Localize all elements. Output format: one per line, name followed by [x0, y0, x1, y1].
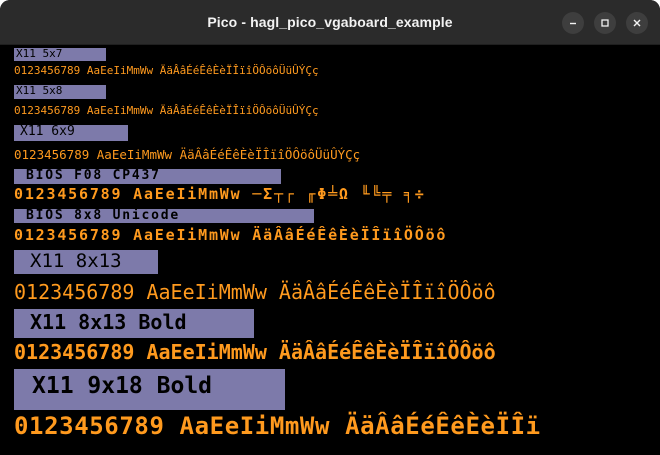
font-label-bios-f08-cp437: BIOS F08 CP437 — [14, 169, 281, 184]
font-sample-x11-9x18-bold: 0123456789 AaEeIiMmWw ÄäÂâÉéÊêÈèÏÎï — [14, 412, 541, 440]
close-button[interactable] — [626, 12, 648, 34]
maximize-icon — [601, 19, 609, 27]
font-label-x11-6x9: X11 6x9 — [14, 125, 128, 141]
font-sample-bios-8x8-unicode: 0123456789 AaEeIiMmWw ÄäÂâÉéÊêÈèÏÎïîÖÔöô — [14, 226, 448, 244]
minimize-icon — [570, 22, 576, 25]
font-sample-x11-8x13-bold: 0123456789 AaEeIiMmWw ÄäÂâÉéÊêÈèÏÎïîÖÔöô — [14, 340, 496, 364]
font-label-x11-5x7: X11 5x7 — [14, 48, 106, 61]
font-label-x11-8x13-bold: X11 8x13 Bold — [14, 309, 254, 338]
vga-canvas: X11 5x7 0123456789 AaEeIiMmWw ÄäÂâÉéÊêÈè… — [12, 45, 660, 455]
window-title: Pico - hagl_pico_vgaboard_example — [207, 14, 453, 30]
font-sample-x11-5x7: 0123456789 AaEeIiMmWw ÄäÂâÉéÊêÈèÏÎïîÖÔöô… — [14, 64, 319, 77]
window-controls — [562, 12, 648, 34]
close-icon — [633, 19, 641, 27]
font-sample-bios-f08-cp437: 0123456789 AaEeIiMmWw ─Σ┬┌ ╓Φ╧Ω ╙╚╤ ╕÷ — [14, 185, 426, 203]
font-sample-x11-6x9: 0123456789 AaEeIiMmWw ÄäÂâÉéÊêÈèÏÎïîÖÔöô… — [14, 147, 361, 162]
font-label-x11-5x8: X11 5x8 — [14, 85, 106, 99]
font-label-x11-9x18-bold: X11 9x18 Bold — [14, 369, 285, 410]
font-label-x11-8x13: X11 8x13 — [14, 250, 158, 274]
title-bar[interactable]: Pico - hagl_pico_vgaboard_example — [0, 0, 660, 45]
font-sample-x11-5x8: 0123456789 AaEeIiMmWw ÄäÂâÉéÊêÈèÏÎïîÖÔöô… — [14, 104, 319, 117]
minimize-button[interactable] — [562, 12, 584, 34]
font-sample-x11-8x13: 0123456789 AaEeIiMmWw ÄäÂâÉéÊêÈèÏÎïîÖÔöô — [14, 280, 496, 304]
app-window: Pico - hagl_pico_vgaboard_example X11 5x… — [0, 0, 660, 455]
font-label-bios-8x8-unicode: BIOS 8x8 Unicode — [14, 209, 314, 223]
maximize-button[interactable] — [594, 12, 616, 34]
